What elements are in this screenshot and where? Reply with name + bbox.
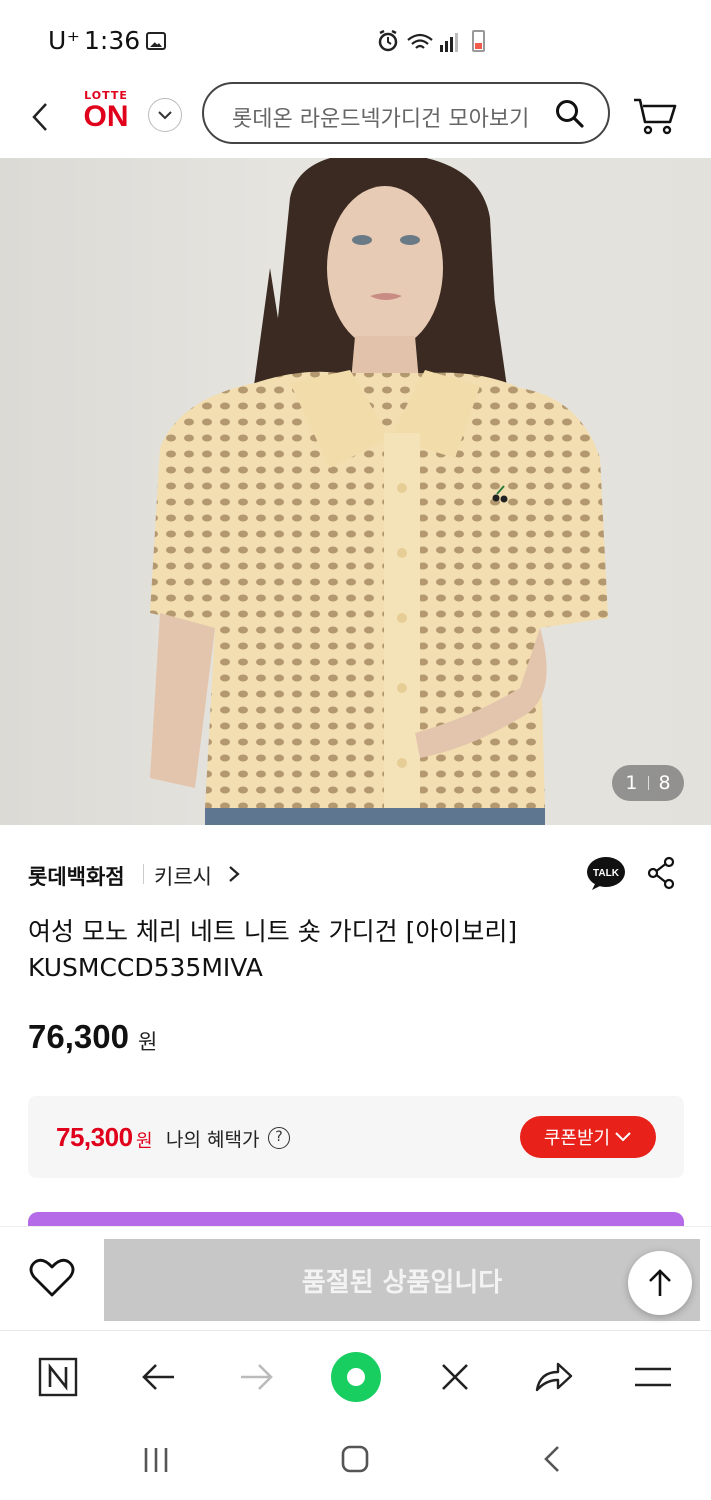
- search-icon[interactable]: [554, 98, 586, 130]
- gallery-notification-icon: [146, 32, 166, 50]
- back-arrow-icon: [142, 1364, 174, 1390]
- product-code: KUSMCCD535MIVA: [28, 953, 263, 982]
- status-bar: U⁺ 1:36: [0, 0, 711, 80]
- arrow-up-icon: [649, 1269, 671, 1296]
- search-bar[interactable]: 롯데온 라운드넥가디건 모아보기: [202, 82, 610, 144]
- benefit-label: 나의 혜택가: [166, 1129, 260, 1151]
- product-price: 76,300: [28, 1018, 129, 1055]
- system-status-icons: [378, 29, 468, 59]
- chevron-down-icon: [615, 1132, 631, 1142]
- product-image[interactable]: 1 8: [0, 158, 711, 825]
- carrier-label: U⁺: [48, 26, 81, 55]
- brand-divider: [143, 864, 144, 884]
- coupon-button[interactable]: 쿠폰받기: [520, 1116, 656, 1158]
- clock: 1:36: [84, 26, 141, 55]
- system-navigation-bar: [0, 1422, 711, 1500]
- purchase-bar: 품절된 상품입니다: [0, 1226, 711, 1330]
- home-icon[interactable]: [340, 1444, 370, 1474]
- wishlist-heart-icon[interactable]: [28, 1257, 76, 1299]
- browser-toolbar: [0, 1330, 711, 1422]
- system-back-icon[interactable]: [540, 1444, 564, 1474]
- logo-dropdown-button[interactable]: [148, 98, 182, 132]
- browser-menu-button[interactable]: [623, 1347, 683, 1407]
- cart-button[interactable]: [632, 94, 678, 138]
- browser-close-button[interactable]: [425, 1347, 485, 1407]
- share-arrow-icon: [535, 1362, 573, 1392]
- scroll-to-top-button[interactable]: [628, 1251, 692, 1315]
- benefit-price: 75,300: [56, 1122, 133, 1152]
- logo-main-text: ON: [83, 100, 129, 133]
- green-dot-button[interactable]: [326, 1347, 386, 1407]
- back-button[interactable]: [28, 100, 54, 134]
- forward-arrow-icon: [241, 1364, 273, 1390]
- naver-home-button[interactable]: [28, 1347, 88, 1407]
- soldout-label: 품절된 상품입니다: [301, 1267, 503, 1298]
- talk-chat-icon[interactable]: TALK: [586, 856, 626, 892]
- pager-total: 8: [658, 772, 671, 794]
- browser-forward-button[interactable]: [227, 1347, 287, 1407]
- product-photo: [150, 158, 608, 825]
- browser-back-button[interactable]: [128, 1347, 188, 1407]
- app-header: LOTTE ON 롯데온 라운드넥가디건 모아보기: [0, 80, 711, 160]
- coupon-label: 쿠폰받기: [543, 1128, 611, 1149]
- price-currency: 원: [138, 1030, 158, 1054]
- store-name[interactable]: 롯데백화점: [28, 861, 125, 891]
- battery-icon: [472, 30, 485, 52]
- pager-current: 1: [625, 772, 638, 794]
- soldout-button[interactable]: 품절된 상품입니다: [104, 1239, 700, 1321]
- product-title: 여성 모노 체리 네트 니트 숏 가디건 [아이보리] KUSMCCD535MI…: [28, 914, 668, 986]
- svg-text:TALK: TALK: [593, 868, 620, 879]
- share-icon[interactable]: [646, 856, 676, 890]
- cart-icon: [634, 98, 677, 135]
- browser-share-button[interactable]: [524, 1347, 584, 1407]
- benefit-price-box: 75,300 원 나의 혜택가 ? 쿠폰받기: [28, 1096, 684, 1178]
- green-dot-icon: [331, 1352, 381, 1402]
- menu-icon: [635, 1367, 671, 1387]
- chevron-down-icon: [158, 111, 172, 120]
- image-pager: 1 8: [612, 765, 684, 801]
- product-title-line1: 여성 모노 체리 네트 니트 숏 가디건 [아이보리]: [28, 917, 518, 946]
- naver-n-icon: [38, 1357, 78, 1397]
- close-icon: [442, 1364, 468, 1390]
- lotte-on-logo[interactable]: LOTTE ON: [78, 89, 134, 137]
- help-icon[interactable]: ?: [268, 1127, 290, 1149]
- pager-divider: [647, 776, 649, 790]
- chevron-right-icon[interactable]: [226, 864, 242, 884]
- brand-link[interactable]: 키르시: [154, 861, 212, 891]
- chevron-left-icon: [32, 103, 47, 131]
- benefit-currency: 원: [136, 1131, 153, 1152]
- search-placeholder[interactable]: 롯데온 라운드넥가디건 모아보기: [232, 101, 552, 133]
- recent-apps-icon[interactable]: [142, 1446, 170, 1474]
